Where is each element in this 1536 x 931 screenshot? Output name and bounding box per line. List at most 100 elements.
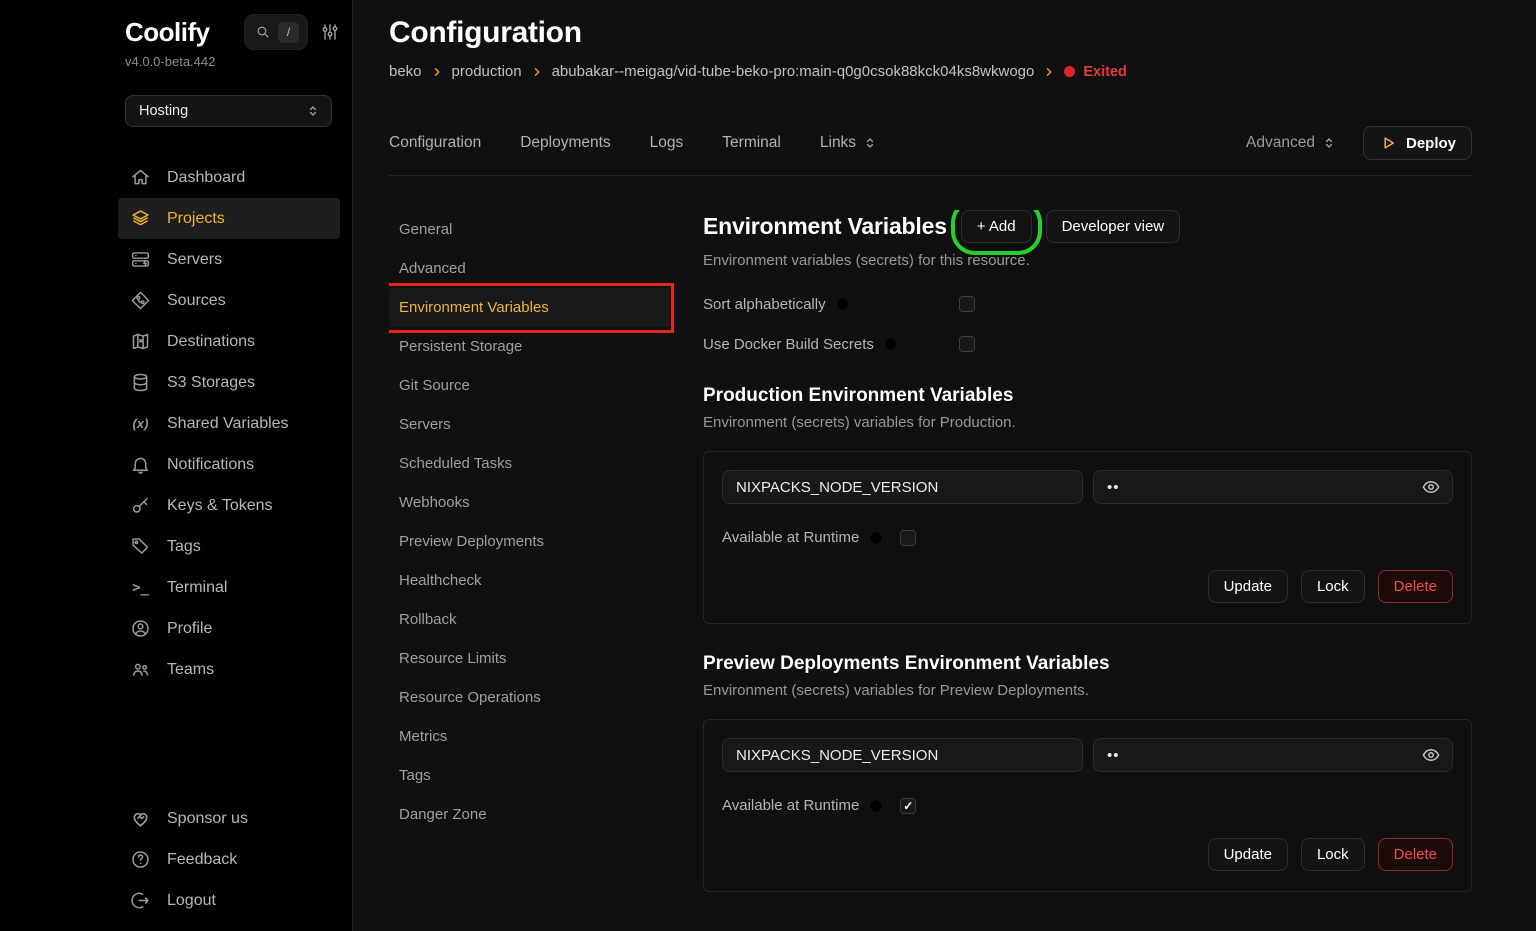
tab-links[interactable]: Links	[820, 134, 878, 152]
env-var-value-input[interactable]	[1093, 470, 1453, 504]
terminal-icon: >_	[130, 577, 151, 598]
env-var-value-input[interactable]	[1093, 738, 1453, 772]
subnav-item-preview-deployments[interactable]: Preview Deployments	[389, 522, 673, 561]
subnav-item-advanced[interactable]: Advanced	[389, 249, 673, 288]
subnav-item-servers[interactable]: Servers	[389, 405, 673, 444]
brand-row: Coolify /	[118, 0, 340, 50]
production-section-description: Environment (secrets) variables for Prod…	[703, 414, 1472, 431]
sidebar-item-label: Projects	[167, 210, 225, 228]
breadcrumb-project[interactable]: beko	[389, 63, 422, 80]
developer-view-button[interactable]: Developer view	[1046, 210, 1181, 243]
filters-sliders-icon[interactable]	[320, 22, 340, 42]
subnav-item-tags[interactable]: Tags	[389, 756, 673, 795]
chevron-right-icon	[431, 66, 443, 78]
info-icon[interactable]	[868, 798, 884, 814]
subnav-item-danger-zone[interactable]: Danger Zone	[389, 795, 673, 834]
env-var-name-input[interactable]	[722, 470, 1083, 504]
toggle-label: Use Docker Build Secrets	[703, 336, 874, 353]
info-icon[interactable]	[835, 296, 851, 312]
section-title: Environment Variables	[703, 213, 947, 240]
tab-bar: Configuration Deployments Logs Terminal …	[389, 126, 1472, 176]
subnav-item-label: Metrics	[399, 728, 447, 745]
subnav-item-rollback[interactable]: Rollback	[389, 600, 673, 639]
subnav-item-healthcheck[interactable]: Healthcheck	[389, 561, 673, 600]
sidebar-item-profile[interactable]: Profile	[118, 608, 340, 649]
app-logo: Coolify	[125, 17, 210, 48]
advanced-dropdown[interactable]: Advanced	[1246, 134, 1337, 152]
lock-button[interactable]: Lock	[1301, 570, 1365, 603]
sidebar-item-sources[interactable]: Sources	[118, 280, 340, 321]
tab-deployments[interactable]: Deployments	[520, 134, 610, 152]
subnav-item-resource-limits[interactable]: Resource Limits	[389, 639, 673, 678]
checkbox-available-at-runtime[interactable]: ✓	[900, 530, 916, 546]
subnav-item-git-source[interactable]: Git Source	[389, 366, 673, 405]
reveal-value-eye-icon[interactable]	[1421, 745, 1441, 765]
subnav-item-label: Resource Operations	[399, 689, 541, 706]
delete-button[interactable]: Delete	[1378, 838, 1453, 871]
sidebar-item-sponsor-us[interactable]: Sponsor us	[118, 798, 340, 839]
status-badge: Exited	[1064, 64, 1127, 80]
toggle-sort-alphabetically: Sort alphabetically ✓	[703, 284, 1472, 324]
subnav-item-label: General	[399, 221, 452, 238]
subnav-item-resource-operations[interactable]: Resource Operations	[389, 678, 673, 717]
subnav-item-webhooks[interactable]: Webhooks	[389, 483, 673, 522]
deploy-button[interactable]: Deploy	[1363, 126, 1472, 160]
info-icon[interactable]	[868, 530, 884, 546]
update-button[interactable]: Update	[1208, 838, 1288, 871]
team-selector[interactable]: Hosting	[125, 95, 332, 127]
sidebar-item-terminal[interactable]: >_ Terminal	[118, 567, 340, 608]
map-icon	[130, 331, 151, 352]
sidebar-item-shared-variables[interactable]: (x) Shared Variables	[118, 403, 340, 444]
preview-section-title: Preview Deployments Environment Variable…	[703, 653, 1472, 675]
breadcrumb-environment[interactable]: production	[452, 63, 522, 80]
sidebar-item-logout[interactable]: Logout	[118, 880, 340, 921]
status-label: Exited	[1083, 64, 1127, 80]
play-icon	[1379, 134, 1397, 152]
subnav-item-environment-variables[interactable]: Environment Variables	[389, 288, 673, 327]
env-var-name-input[interactable]	[722, 738, 1083, 772]
search-button[interactable]: /	[244, 14, 308, 50]
sidebar-item-notifications[interactable]: Notifications	[118, 444, 340, 485]
toggle-docker-build-secrets: Use Docker Build Secrets ✓	[703, 324, 1472, 364]
subnav-item-label: Scheduled Tasks	[399, 455, 512, 472]
tab-logs[interactable]: Logs	[650, 134, 684, 152]
sidebar-item-feedback[interactable]: Feedback	[118, 839, 340, 880]
tab-configuration[interactable]: Configuration	[389, 134, 481, 152]
add-variable-button[interactable]: + Add	[961, 210, 1032, 243]
checkbox-available-at-runtime[interactable]: ✓	[900, 798, 916, 814]
subnav-item-general[interactable]: General	[389, 210, 673, 249]
sidebar-item-tags[interactable]: Tags	[118, 526, 340, 567]
sidebar-item-label: Feedback	[167, 851, 237, 869]
sidebar-item-label: Tags	[167, 538, 201, 556]
chevron-right-icon	[1043, 66, 1055, 78]
sidebar-item-label: Sponsor us	[167, 810, 248, 828]
subnav-item-label: Git Source	[399, 377, 470, 394]
delete-button[interactable]: Delete	[1378, 570, 1453, 603]
sidebar-item-dashboard[interactable]: Dashboard	[118, 157, 340, 198]
checkbox-docker-build-secrets[interactable]: ✓	[959, 336, 975, 352]
chevron-up-down-icon	[305, 103, 321, 119]
chevron-right-icon	[531, 66, 543, 78]
sidebar-item-teams[interactable]: Teams	[118, 649, 340, 690]
env-var-card-preview: Available at Runtime ✓ Update Lock Delet…	[703, 719, 1472, 892]
sidebar-item-projects[interactable]: Projects	[118, 198, 340, 239]
tab-terminal[interactable]: Terminal	[722, 134, 781, 152]
info-icon[interactable]	[883, 336, 899, 352]
subnav-item-metrics[interactable]: Metrics	[389, 717, 673, 756]
runtime-label: Available at Runtime	[722, 529, 859, 546]
lock-button[interactable]: Lock	[1301, 838, 1365, 871]
breadcrumb-resource[interactable]: abubakar--meigag/vid-tube-beko-pro:main-…	[552, 63, 1035, 80]
subnav-item-label: Rollback	[399, 611, 457, 628]
update-button[interactable]: Update	[1208, 570, 1288, 603]
subnav-item-persistent-storage[interactable]: Persistent Storage	[389, 327, 673, 366]
sidebar-item-s3-storages[interactable]: S3 Storages	[118, 362, 340, 403]
checkbox-sort-alphabetically[interactable]: ✓	[959, 296, 975, 312]
sidebar-item-servers[interactable]: Servers	[118, 239, 340, 280]
runtime-label: Available at Runtime	[722, 797, 859, 814]
breadcrumb: beko production abubakar--meigag/vid-tub…	[389, 63, 1472, 80]
subnav-item-scheduled-tasks[interactable]: Scheduled Tasks	[389, 444, 673, 483]
sidebar-item-keys-tokens[interactable]: Keys & Tokens	[118, 485, 340, 526]
chevron-up-down-icon	[862, 135, 878, 151]
reveal-value-eye-icon[interactable]	[1421, 477, 1441, 497]
sidebar-item-destinations[interactable]: Destinations	[118, 321, 340, 362]
